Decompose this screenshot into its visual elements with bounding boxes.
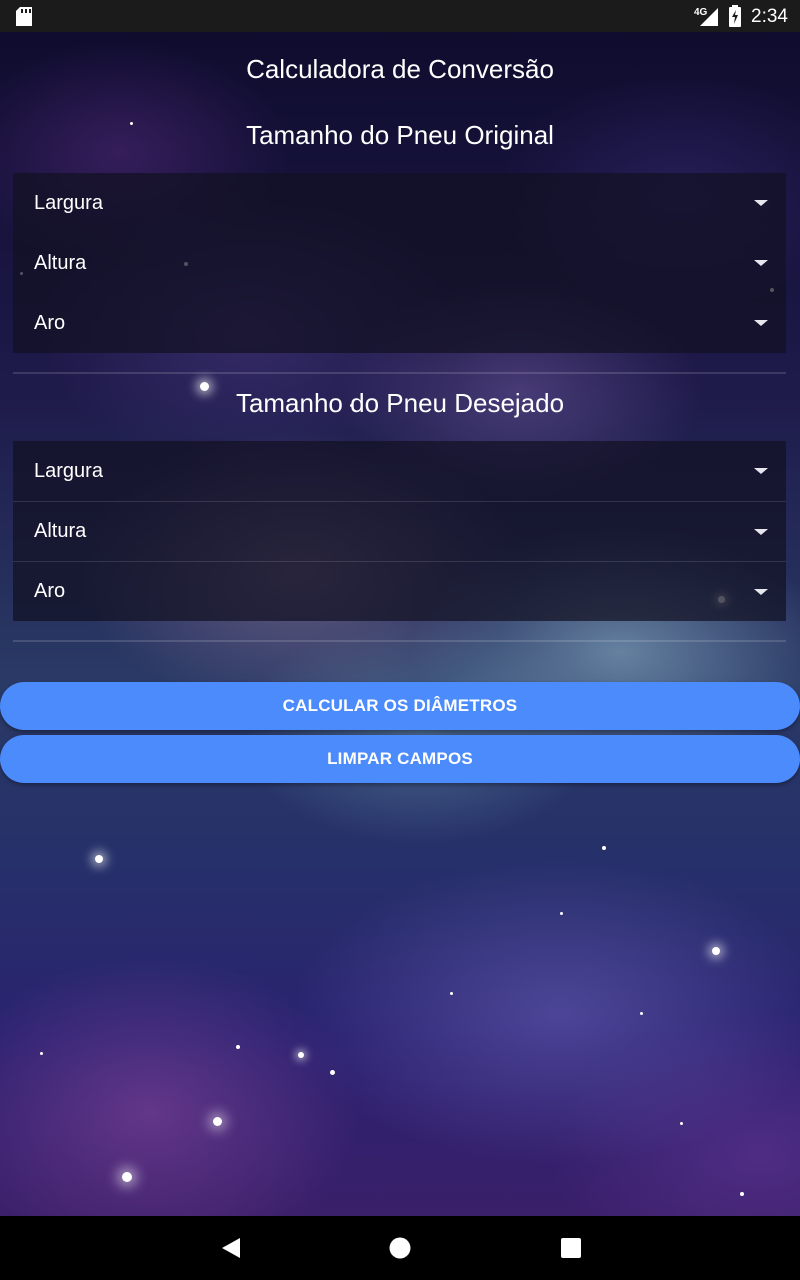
dropdown-arrow-icon xyxy=(754,529,768,535)
desired-rim-select[interactable]: Aro xyxy=(13,561,786,621)
desired-height-label: Altura xyxy=(34,520,87,542)
desired-width-label: Largura xyxy=(34,459,103,482)
home-icon[interactable] xyxy=(389,1237,411,1259)
app-title: Calculadora de Conversão xyxy=(246,54,554,84)
original-height-label: Altura xyxy=(34,251,87,274)
original-tire-heading: Tamanho do Pneu Original xyxy=(246,120,554,150)
original-height-select[interactable]: Altura xyxy=(13,233,786,293)
dropdown-arrow-icon xyxy=(754,260,768,266)
dropdown-arrow-icon xyxy=(754,468,768,474)
dropdown-arrow-icon xyxy=(754,589,768,595)
section-divider xyxy=(13,640,786,642)
desired-rim-label: Aro xyxy=(34,580,66,602)
calculate-diameters-button[interactable]: CALCULAR OS DIÂMETROS xyxy=(0,682,800,730)
desired-tire-heading: Tamanho do Pneu Desejado xyxy=(235,388,565,418)
signal-icon xyxy=(700,8,718,26)
battery-charging-icon xyxy=(729,5,741,27)
desired-tire-form: Largura Altura Aro xyxy=(13,441,786,621)
clear-fields-button[interactable]: LIMPAR CAMPOS xyxy=(0,735,800,783)
original-rim-label: Aro xyxy=(34,311,66,334)
original-rim-select[interactable]: Aro xyxy=(13,293,786,353)
dropdown-arrow-icon xyxy=(754,320,768,326)
dropdown-arrow-icon xyxy=(754,200,768,206)
desired-height-select[interactable]: Altura xyxy=(13,501,786,561)
sd-card-icon xyxy=(16,7,32,26)
original-tire-form: Largura Altura Aro xyxy=(13,173,786,353)
clock: 2:34 xyxy=(751,6,788,27)
desired-width-select[interactable]: Largura xyxy=(13,441,786,501)
status-bar: 4G 2:34 xyxy=(0,0,800,32)
section-divider xyxy=(13,372,786,374)
recents-icon[interactable] xyxy=(561,1238,581,1258)
original-width-label: Largura xyxy=(34,191,103,214)
original-width-select[interactable]: Largura xyxy=(13,173,786,233)
back-icon[interactable] xyxy=(220,1237,242,1259)
